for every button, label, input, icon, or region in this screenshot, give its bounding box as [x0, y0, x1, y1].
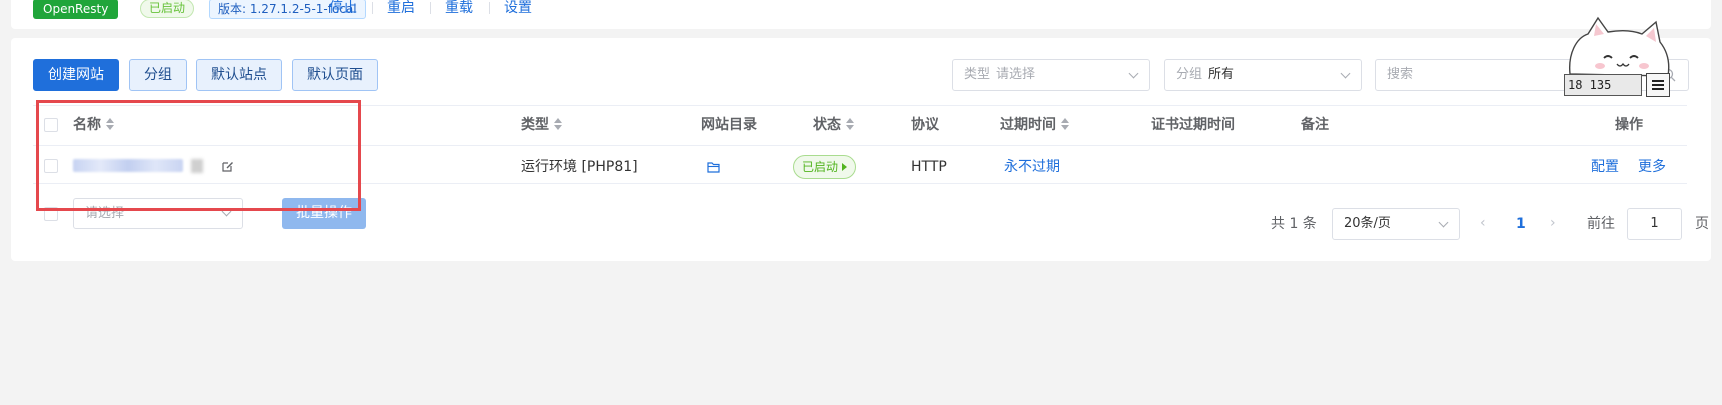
chevron-down-icon — [1340, 68, 1351, 79]
menu-button[interactable] — [1646, 73, 1670, 97]
column-header-cert-expiry: 证书过期时间 — [1151, 117, 1235, 133]
divider — [489, 2, 490, 14]
server-name-tag: OpenResty — [33, 0, 119, 19]
next-page-icon[interactable]: › — [1550, 215, 1556, 231]
chevron-down-icon — [1128, 68, 1139, 79]
column-header-actions: 操作 — [1615, 117, 1643, 133]
column-header-protocol: 协议 — [911, 117, 939, 133]
pagination-total: 共 1 条 — [1271, 216, 1317, 232]
goto-page-input[interactable]: 1 — [1627, 208, 1682, 240]
column-header-status[interactable]: 状态 — [813, 117, 854, 133]
site-status-label: 已启动 — [802, 160, 839, 174]
play-icon — [842, 163, 848, 171]
create-website-button[interactable]: 创建网站 — [33, 59, 119, 91]
column-header-type[interactable]: 类型 — [521, 117, 562, 133]
goto-suffix: 页 — [1695, 216, 1709, 232]
cat-widget-readout: 18 135 — [1564, 74, 1642, 96]
sort-icon[interactable] — [846, 118, 854, 130]
group-filter-prefix: 分组 — [1176, 67, 1203, 82]
default-page-button[interactable]: 默认页面 — [292, 59, 378, 91]
site-protocol: HTTP — [911, 159, 947, 175]
page-size-value: 20条/页 — [1344, 216, 1391, 231]
column-header-remark: 备注 — [1301, 117, 1329, 133]
more-link[interactable]: 更多 — [1638, 159, 1666, 175]
column-header-label: 过期时间 — [1000, 117, 1056, 133]
folder-icon[interactable] — [707, 161, 721, 173]
hamburger-icon — [1652, 80, 1664, 90]
restart-link[interactable]: 重启 — [387, 0, 415, 16]
default-site-button[interactable]: 默认站点 — [196, 59, 282, 91]
type-filter-prefix: 类型 — [964, 67, 991, 82]
column-header-label: 状态 — [813, 117, 841, 133]
sort-icon[interactable] — [1061, 118, 1069, 130]
site-expiry[interactable]: 永不过期 — [1004, 159, 1060, 175]
type-filter-select[interactable]: 类型 请选择 — [952, 59, 1150, 91]
divider — [430, 2, 431, 14]
column-header-directory: 网站目录 — [701, 117, 757, 133]
config-link[interactable]: 配置 — [1591, 159, 1619, 175]
type-filter-placeholder: 请选择 — [996, 67, 1036, 82]
chevron-down-icon — [1438, 217, 1449, 228]
page-number-current[interactable]: 1 — [1516, 216, 1526, 232]
divider — [372, 2, 373, 14]
group-filter-value: 所有 — [1208, 67, 1235, 82]
group-filter-select[interactable]: 分组 所有 — [1164, 59, 1362, 91]
column-header-label: 类型 — [521, 117, 549, 133]
page-size-select[interactable]: 20条/页 — [1332, 208, 1460, 240]
settings-link[interactable]: 设置 — [504, 0, 532, 16]
stop-link[interactable]: 停止 — [329, 0, 357, 16]
sort-icon[interactable] — [554, 118, 562, 130]
site-status-tag[interactable]: 已启动 — [793, 155, 857, 179]
server-status-tag: 已启动 — [140, 0, 195, 18]
group-button[interactable]: 分组 — [129, 59, 187, 91]
site-type: 运行环境 [PHP81] — [521, 159, 638, 175]
column-header-expiry[interactable]: 过期时间 — [1000, 117, 1069, 133]
server-status-bar: OpenResty 已启动 版本: 1.27.1.2-5-1-focal 停止 … — [11, 0, 1711, 29]
reload-link[interactable]: 重载 — [445, 0, 473, 16]
prev-page-icon[interactable]: ‹ — [1480, 215, 1486, 231]
goto-prefix: 前往 — [1587, 216, 1615, 232]
highlight-box — [36, 100, 361, 211]
search-placeholder: 搜索 — [1387, 67, 1414, 82]
